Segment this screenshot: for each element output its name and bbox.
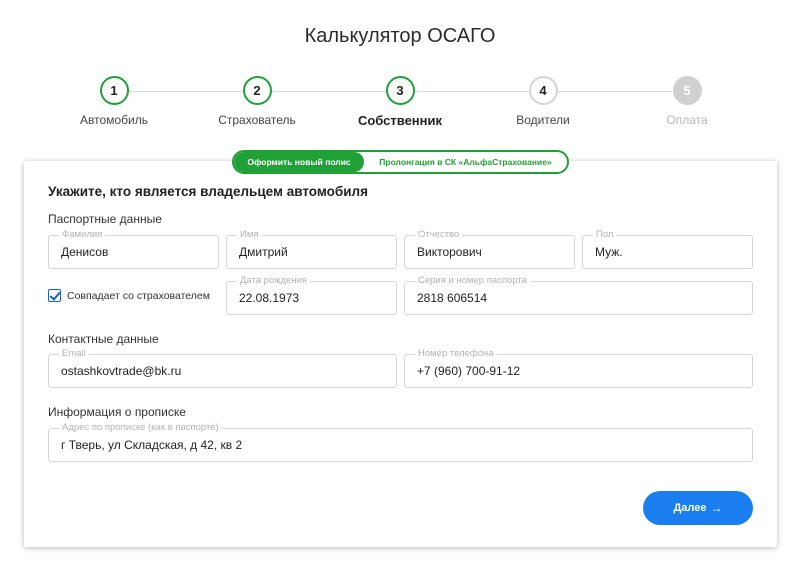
step-number: 5 <box>672 76 702 105</box>
registration-section-title: Информация о прописке <box>48 405 186 419</box>
patronymic-value: Викторович <box>417 245 482 259</box>
form-heading: Укажите, кто является владельцем автомоб… <box>48 184 368 199</box>
patronymic-field[interactable]: Отчество Викторович <box>404 229 575 269</box>
step-strakhovatel[interactable]: 2 Страхователь <box>197 76 317 127</box>
step-number: 1 <box>99 76 129 105</box>
step-label: Страхователь <box>218 113 296 127</box>
passport-number-field[interactable]: Серия и номер паспорта 2818 606514 <box>404 275 753 315</box>
surname-value: Денисов <box>61 245 109 259</box>
step-oplata: 5 Оплата <box>627 76 747 127</box>
same-as-insurer-checkbox[interactable] <box>48 289 61 302</box>
address-value: г Тверь, ул Складская, д 42, кв 2 <box>61 438 243 452</box>
passport-section-title: Паспортные данные <box>48 212 162 226</box>
stepper: 1 Автомобиль 2 Страхователь 3 Собственни… <box>0 76 800 136</box>
phone-value: +7 (960) 700-91-12 <box>417 364 521 378</box>
sex-value: Муж. <box>595 245 623 259</box>
contacts-section-title: Контактные данные <box>48 332 159 346</box>
name-field[interactable]: Имя Дмитрий <box>226 229 397 269</box>
step-number: 2 <box>242 76 272 105</box>
birth-date-field[interactable]: Дата рождения 22.08.1973 <box>226 275 397 315</box>
step-label: Оплата <box>666 113 708 127</box>
email-value: ostashkovtrade@bk.ru <box>61 364 182 378</box>
next-button[interactable]: Далее → <box>643 491 753 525</box>
surname-field[interactable]: Фамилия Денисов <box>48 229 219 269</box>
step-label: Автомобиль <box>80 113 148 127</box>
arrow-right-icon: → <box>710 501 723 515</box>
same-as-insurer-label: Совпадает со страхователем <box>67 289 210 302</box>
prolong-policy-button[interactable]: Пролонгация в СК «АльфаСтрахование» <box>364 152 567 172</box>
step-label: Водители <box>516 113 570 127</box>
name-value: Дмитрий <box>239 245 288 259</box>
step-number: 3 <box>385 76 415 105</box>
address-field[interactable]: Адрес по прописке (как в паспорте) г Тве… <box>48 422 753 462</box>
step-sobstvennik[interactable]: 3 Собственник <box>340 76 460 128</box>
passport-number-value: 2818 606514 <box>417 291 488 305</box>
birth-date-value: 22.08.1973 <box>239 291 300 305</box>
email-field[interactable]: Email ostashkovtrade@bk.ru <box>48 348 397 388</box>
next-button-label: Далее <box>673 502 707 514</box>
page-title: Калькулятор ОСАГО <box>304 25 496 47</box>
step-label: Собственник <box>357 113 443 128</box>
step-voditeli[interactable]: 4 Водители <box>483 76 603 127</box>
step-number: 4 <box>528 76 558 105</box>
step-avtomobil[interactable]: 1 Автомобиль <box>54 76 174 127</box>
phone-field[interactable]: Номер телефона +7 (960) 700-91-12 <box>404 348 753 388</box>
sex-select[interactable]: Пол Муж. <box>582 229 753 269</box>
policy-type-toggle: Оформить новый полис Пролонгация в СК «А… <box>232 150 569 174</box>
new-policy-button[interactable]: Оформить новый полис <box>234 152 364 172</box>
same-as-insurer-row[interactable]: Совпадает со страхователем <box>48 289 210 302</box>
